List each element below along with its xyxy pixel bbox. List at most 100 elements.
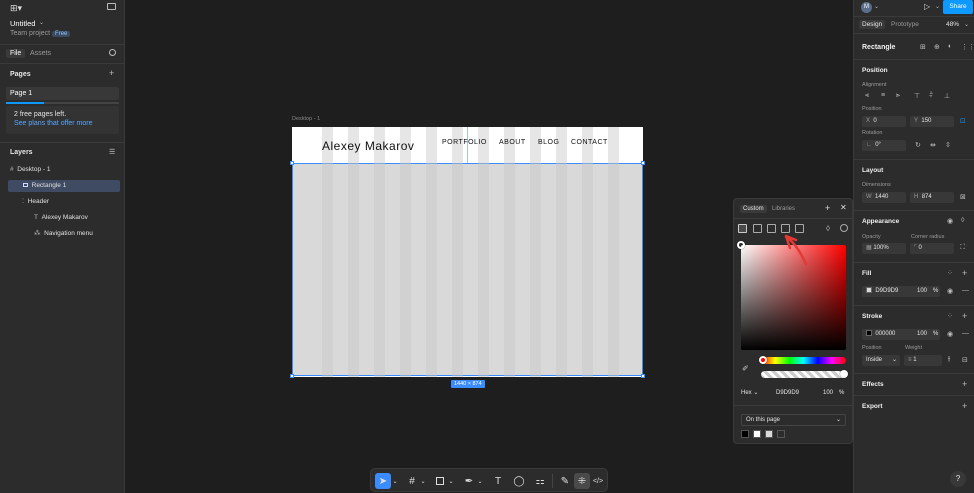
layer-desktop[interactable]: # Desktop - 1 [10, 164, 120, 176]
main-menu-icon[interactable]: ⊞▾ [10, 3, 22, 14]
resize-handle-tr[interactable] [641, 161, 645, 165]
tab-file[interactable]: File [6, 49, 26, 58]
align-middle-icon[interactable]: ⫩ [929, 92, 933, 100]
align-left-icon[interactable]: ⫷ [865, 92, 869, 100]
text-tool-icon[interactable]: T [490, 473, 506, 489]
comment-tool-icon[interactable]: ◯ [511, 473, 527, 489]
tab-design[interactable]: Design [859, 20, 886, 29]
component-icon[interactable]: ⊞ [920, 43, 926, 51]
color-swatch[interactable] [765, 430, 773, 438]
move-tool-icon[interactable]: ➤ [375, 473, 391, 489]
stroke-weight-input[interactable]: ≡ 1 [904, 355, 942, 366]
frame-tool-icon[interactable]: # [404, 473, 420, 489]
nav-portfolio[interactable]: PORTFOLIO [442, 139, 487, 146]
resize-handle-tl[interactable] [290, 161, 294, 165]
layer-header[interactable]: ⁚ Header [22, 196, 120, 208]
page-item[interactable]: Page 1 [6, 87, 119, 100]
eyedropper-icon[interactable]: ✐ [742, 364, 749, 373]
remove-fill-icon[interactable]: — [962, 287, 969, 294]
hue-knob[interactable] [758, 356, 767, 364]
plan-badge[interactable]: Free [52, 31, 71, 37]
help-button[interactable]: ? [950, 471, 966, 487]
add-effect-icon[interactable]: + [962, 379, 967, 389]
frame-desktop[interactable]: Alexey Makarov PORTFOLIO ABOUT BLOG CONT… [290, 127, 645, 378]
hex-input[interactable]: D9D9D9 [772, 388, 818, 399]
stroke-swatch[interactable] [866, 330, 872, 336]
chevron-down-icon[interactable]: ⌄ [964, 21, 969, 28]
height-input[interactable]: H 874 [910, 192, 954, 203]
stroke-sides-icon[interactable]: ⫲ [948, 356, 950, 364]
drop-icon[interactable]: ◊ [826, 224, 830, 233]
draw-mode-icon[interactable]: ✎ [557, 473, 573, 489]
corner-radius-input[interactable]: ⌜ 0 [910, 243, 954, 254]
search-icon[interactable] [109, 49, 116, 56]
present-icon[interactable]: ▷ [924, 2, 930, 11]
rotate-icon[interactable]: ↻ [915, 141, 921, 149]
chevron-down-icon[interactable]: ⌄ [391, 473, 399, 489]
chevron-down-icon[interactable]: ⌄ [447, 473, 455, 489]
tab-custom[interactable]: Custom [740, 205, 767, 213]
remove-stroke-icon[interactable]: — [962, 330, 969, 337]
add-style-icon[interactable]: + [825, 203, 830, 213]
boolean-icon[interactable]: ◐ [948, 43, 952, 50]
stroke-input[interactable]: 000000 100 % [862, 329, 940, 340]
y-input[interactable]: Y 150 [910, 116, 954, 127]
alpha-slider[interactable] [761, 370, 848, 378]
chevron-down-icon[interactable]: ⌄ [419, 473, 427, 489]
tab-assets[interactable]: Assets [30, 50, 51, 57]
chevron-down-icon[interactable]: ⌄ [935, 3, 940, 10]
linear-gradient-icon[interactable] [753, 224, 762, 233]
width-input[interactable]: W 1440 [862, 192, 906, 203]
solid-fill-icon[interactable] [738, 224, 747, 233]
more-icon[interactable]: ⋮⋮ [961, 43, 974, 51]
alpha-input[interactable]: 100 [819, 388, 837, 399]
share-button[interactable]: Share [943, 0, 973, 14]
upsell-link[interactable]: See plans that offer more [14, 120, 92, 127]
fill-input[interactable]: D9D9D9 100 % [862, 286, 940, 297]
styles-icon[interactable]: ⁘ [947, 312, 953, 320]
align-top-icon[interactable]: ⊤ [914, 92, 920, 100]
close-icon[interactable]: ✕ [840, 203, 847, 212]
color-swatch[interactable] [777, 430, 785, 438]
flip-horizontal-icon[interactable]: ⇹ [930, 141, 936, 149]
design-mode-icon[interactable]: ⁜ [574, 473, 590, 489]
library-select[interactable]: On this page ⌄ [741, 414, 846, 426]
avatar[interactable]: M [861, 2, 872, 13]
nav-about[interactable]: ABOUT [499, 139, 526, 146]
rotation-input[interactable]: ∟ 0° [862, 140, 906, 151]
align-right-icon[interactable]: ⫸ [896, 92, 900, 100]
frame-label[interactable]: Desktop - 1 [292, 116, 320, 122]
add-stroke-icon[interactable]: + [962, 311, 967, 321]
alpha-knob[interactable] [840, 370, 848, 378]
nav-blog[interactable]: BLOG [538, 139, 559, 146]
layer-rectangle[interactable]: Rectangle 1 [8, 180, 120, 192]
logo-text[interactable]: Alexey Makarov [322, 139, 414, 153]
align-center-icon[interactable]: ≡ [881, 92, 885, 99]
chevron-down-icon[interactable]: ⌄ [39, 19, 44, 26]
opacity-input[interactable]: ▦ 100% [862, 243, 906, 254]
tab-libraries[interactable]: Libraries [772, 206, 795, 212]
independent-corners-icon[interactable]: ⛶ [960, 244, 965, 252]
tab-prototype[interactable]: Prototype [891, 21, 919, 28]
layer-text[interactable]: T Alexey Makarov [34, 212, 120, 224]
eye-icon[interactable]: ◉ [947, 287, 953, 295]
layer-nav[interactable]: ⁂ Navigation menu [34, 228, 120, 240]
zoom-level[interactable]: 48% [946, 21, 959, 28]
color-swatch[interactable] [741, 430, 749, 438]
stroke-position-select[interactable]: Inside ⌄ [862, 355, 900, 366]
layers-list-icon[interactable]: ☰ [109, 148, 115, 156]
color-swatch[interactable] [753, 430, 761, 438]
shape-tool-icon[interactable] [432, 473, 448, 489]
x-input[interactable]: X 0 [862, 116, 906, 127]
flip-vertical-icon[interactable]: ⇳ [945, 141, 951, 149]
add-page-icon[interactable]: + [109, 68, 114, 78]
add-fill-icon[interactable]: + [962, 268, 967, 278]
resize-to-fit-icon[interactable]: ⊠ [960, 193, 966, 201]
resize-handle-br[interactable] [641, 374, 645, 378]
resize-handle-bl[interactable] [290, 374, 294, 378]
pen-tool-icon[interactable]: ✒ [461, 473, 477, 489]
hue-slider[interactable] [758, 356, 846, 364]
sidebar-toggle-icon[interactable] [107, 3, 116, 10]
constraints-icon[interactable]: ⊡ [960, 117, 966, 125]
eye-icon[interactable]: ◉ [947, 330, 953, 338]
